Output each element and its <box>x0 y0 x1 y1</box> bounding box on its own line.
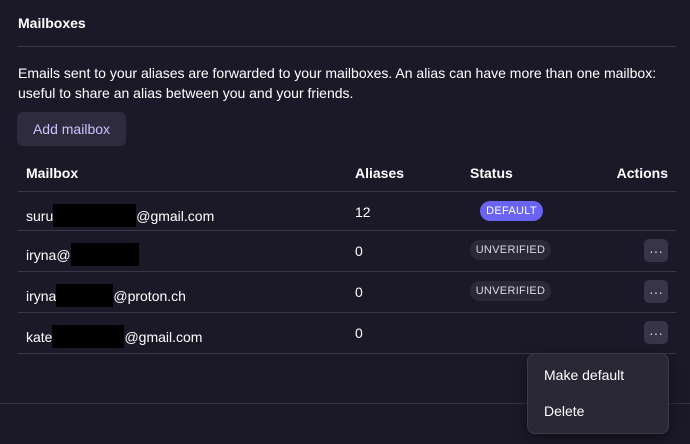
table-row: suru @gmail.com 12 DEFAULT <box>18 192 676 231</box>
table-row: iryna @proton.ch 0 UNVERIFIED ··· <box>18 272 676 313</box>
column-header-status: Status <box>470 165 513 181</box>
status-badge: UNVERIFIED <box>470 240 551 260</box>
menu-item-make-default[interactable]: Make default <box>544 367 624 383</box>
mailbox-address: iryna @proton.ch <box>26 284 186 307</box>
mailbox-address-suffix: @gmail.com <box>124 328 203 345</box>
section-description: Emails sent to your aliases are forwarde… <box>18 65 657 101</box>
title-divider <box>18 46 676 47</box>
redacted-block <box>70 243 139 266</box>
mailbox-address-prefix: suru <box>26 207 54 224</box>
redacted-block <box>52 325 125 348</box>
table-header: Mailbox Aliases Status Actions <box>18 154 676 192</box>
menu-item-delete[interactable]: Delete <box>544 403 584 419</box>
alias-count: 0 <box>355 325 363 341</box>
mailbox-table: Mailbox Aliases Status Actions suru @gma… <box>18 154 676 354</box>
redacted-block <box>56 284 114 307</box>
more-horizontal-icon: ··· <box>649 242 663 259</box>
mailbox-address-prefix: iryna@ <box>26 246 71 263</box>
column-header-mailbox: Mailbox <box>26 165 79 181</box>
more-actions-button[interactable]: ··· <box>644 280 668 303</box>
mailbox-address-prefix: kate <box>26 328 53 345</box>
mailbox-address: iryna@ <box>26 243 139 266</box>
status-badge: DEFAULT <box>480 201 543 221</box>
mailbox-address-suffix: @gmail.com <box>136 207 215 224</box>
alias-count: 0 <box>355 284 363 300</box>
column-header-actions: Actions <box>616 165 668 181</box>
more-actions-button[interactable]: ··· <box>644 321 668 344</box>
status-badge: UNVERIFIED <box>470 281 551 301</box>
mailbox-address: suru @gmail.com <box>26 204 214 227</box>
section-title: Mailboxes <box>18 15 86 31</box>
mailbox-address: kate @gmail.com <box>26 325 202 348</box>
table-row: kate @gmail.com 0 ··· <box>18 313 676 354</box>
alias-count: 12 <box>355 204 371 220</box>
column-header-aliases: Aliases <box>355 165 405 181</box>
add-mailbox-button[interactable]: Add mailbox <box>17 112 126 146</box>
alias-count: 0 <box>355 243 363 259</box>
mailbox-address-suffix: @proton.ch <box>113 287 186 304</box>
more-horizontal-icon: ··· <box>649 283 663 300</box>
mailbox-address-prefix: iryna <box>26 287 57 304</box>
actions-dropdown-menu: Make default Delete <box>527 353 669 434</box>
more-horizontal-icon: ··· <box>649 324 663 341</box>
redacted-block <box>53 204 137 227</box>
more-actions-button[interactable]: ··· <box>644 239 668 262</box>
table-row: iryna@ 0 UNVERIFIED ··· <box>18 231 676 272</box>
